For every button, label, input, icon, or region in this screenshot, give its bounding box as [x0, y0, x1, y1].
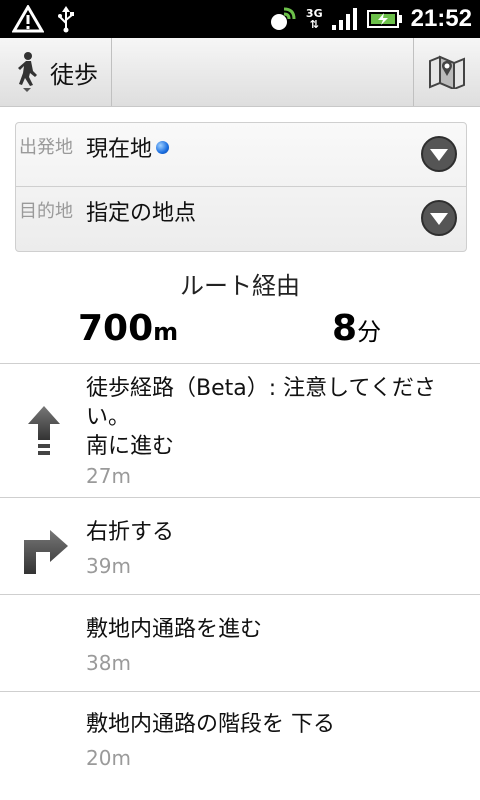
network-3g-icon: 3G ⇅: [305, 7, 323, 31]
total-distance: 700m: [78, 308, 179, 349]
step-distance: 27m: [86, 464, 131, 488]
map-icon: [429, 55, 465, 89]
gps-icon: [270, 7, 296, 30]
direction-step[interactable]: 徒歩経路（Beta）: 注意してくださ い。 南に進む 27m: [0, 363, 480, 497]
direction-step[interactable]: 右折する 39m: [0, 497, 480, 594]
step-instruction: 敷地内通路の階段を 下る: [86, 712, 335, 737]
origin-dropdown-icon[interactable]: [420, 135, 458, 173]
warning-icon: [12, 5, 44, 33]
map-view-button[interactable]: [413, 38, 480, 106]
directions-list: 徒歩経路（Beta）: 注意してくださ い。 南に進む 27m 右折する 39m…: [0, 363, 480, 792]
battery-icon: [366, 10, 402, 28]
direction-step[interactable]: 敷地内通路を進む 38m: [0, 594, 480, 691]
origin-field[interactable]: 出発地 現在地: [16, 123, 466, 187]
origin-value: 現在地: [86, 131, 170, 163]
step-distance: 38m: [86, 651, 131, 675]
direction-step[interactable]: 敷地内通路の階段を 下る 20m: [0, 691, 480, 792]
route-summary-title: ルート経由: [180, 272, 300, 300]
step-instruction: 右折する: [86, 520, 175, 545]
destination-label: 目的地: [19, 201, 73, 222]
destination-dropdown-icon[interactable]: [420, 199, 458, 237]
step-distance: 39m: [86, 554, 131, 578]
step-instruction: 敷地内通路を進む: [86, 617, 263, 642]
usb-icon: [58, 6, 74, 33]
current-location-dot-icon: [156, 141, 170, 154]
origin-label: 出発地: [19, 137, 73, 158]
route-input-panel: 出発地 現在地 目的地 指定の地点: [15, 122, 467, 252]
step-distance: 20m: [86, 746, 131, 770]
clock: 21:52: [410, 5, 472, 32]
step-instruction: 徒歩経路（Beta）: 注意してくださ い。 南に進む: [86, 376, 436, 459]
title-bar: 徒歩: [0, 38, 480, 107]
signal-icon: [331, 8, 357, 30]
destination-value: 指定の地点: [86, 201, 197, 226]
walking-person-icon: [18, 52, 37, 92]
travel-mode-button[interactable]: 徒歩: [0, 38, 112, 106]
turn-right-icon: [24, 530, 68, 574]
arrow-up-icon: [28, 406, 60, 455]
status-bar: 3G ⇅ 21:52: [0, 0, 480, 38]
travel-mode-label: 徒歩: [50, 60, 98, 89]
total-time: 8分: [332, 308, 382, 349]
destination-field[interactable]: 目的地 指定の地点: [16, 187, 466, 250]
